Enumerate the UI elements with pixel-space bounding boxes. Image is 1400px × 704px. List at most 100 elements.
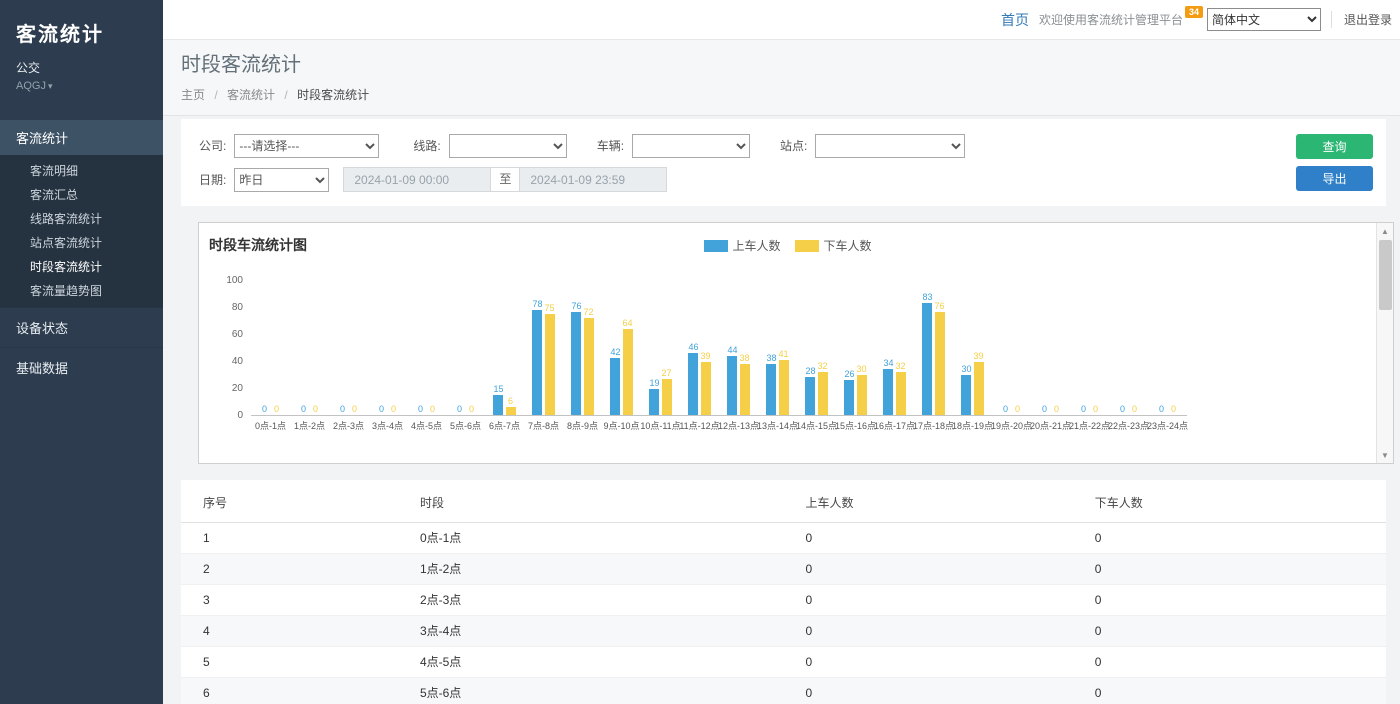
bar-value-label: 0 xyxy=(430,404,435,415)
bar-value-label: 0 xyxy=(1132,404,1137,415)
legend-item[interactable]: 下车人数 xyxy=(795,237,872,254)
table-cell: 6 xyxy=(181,678,410,704)
bar-group-15: 263015点-16点 xyxy=(836,281,875,432)
sidebar-item-station-passenger-stats[interactable]: 站点客流统计 xyxy=(0,231,163,255)
language-select[interactable]: 简体中文 xyxy=(1207,8,1321,31)
bar-value-label: 78 xyxy=(532,299,542,310)
sidebar-item-base-data[interactable]: 基础数据 xyxy=(0,347,163,387)
topbar: 首页 欢迎使用客流统计管理平台 34 简体中文 退出登录 xyxy=(163,0,1400,40)
chart-header: 时段车流统计图 上车人数下车人数 xyxy=(209,235,1366,257)
query-button[interactable]: 查询 xyxy=(1296,134,1373,159)
table-cell: 4 xyxy=(181,616,410,647)
bar xyxy=(493,395,503,415)
breadcrumb-home[interactable]: 主页 xyxy=(181,88,205,102)
breadcrumb: 主页 / 客流统计 / 时段客流统计 xyxy=(181,86,1382,103)
date-preset-select[interactable]: 昨日 xyxy=(234,168,329,192)
filter-buttons: 查询 导出 xyxy=(1296,134,1373,191)
bar-group-6: 1566点-7点 xyxy=(485,281,524,432)
company-select[interactable]: ---请选择--- xyxy=(234,134,379,158)
bar-group-18: 303918点-19点 xyxy=(953,281,992,432)
home-link[interactable]: 首页 xyxy=(1001,10,1029,30)
bar-group-1: 001点-2点 xyxy=(290,281,329,432)
export-button[interactable]: 导出 xyxy=(1296,166,1373,191)
bar-value-label: 42 xyxy=(610,347,620,358)
bar-value-label: 0 xyxy=(352,404,357,415)
bar-value-label: 30 xyxy=(857,364,867,375)
sidebar-item-device-status[interactable]: 设备状态 xyxy=(0,307,163,347)
main-area: 首页 欢迎使用客流统计管理平台 34 简体中文 退出登录 时段客流统计 主页 /… xyxy=(163,0,1400,704)
table-row: 21点-2点00 xyxy=(181,554,1386,585)
date-to-input[interactable] xyxy=(519,167,667,192)
bar-value-label: 0 xyxy=(301,404,306,415)
bar-value-label: 38 xyxy=(740,353,750,364)
table-cell: 0 xyxy=(1085,647,1386,678)
notification-badge[interactable]: 34 xyxy=(1185,6,1203,18)
vehicle-label: 车辆: xyxy=(597,137,624,154)
table-cell: 2 xyxy=(181,554,410,585)
bar-group-22: 0022点-23点 xyxy=(1109,281,1148,432)
station-select[interactable] xyxy=(815,134,965,158)
scrollbar-thumb[interactable] xyxy=(1379,240,1392,310)
bar-group-16: 343216点-17点 xyxy=(875,281,914,432)
bar-value-label: 0 xyxy=(469,404,474,415)
line-select[interactable] xyxy=(449,134,567,158)
sidebar-item-period-passenger-stats[interactable]: 时段客流统计 xyxy=(0,255,163,279)
bar-group-8: 76728点-9点 xyxy=(563,281,602,432)
bar xyxy=(922,303,932,415)
table-row: 32点-3点00 xyxy=(181,585,1386,616)
table-header-row: 序号时段上车人数下车人数 xyxy=(181,484,1386,523)
date-label: 日期: xyxy=(199,171,226,188)
date-range-to-label: 至 xyxy=(490,167,520,192)
bar-value-label: 0 xyxy=(1054,404,1059,415)
bar xyxy=(532,310,542,415)
sidebar-item-passenger-trend-chart[interactable]: 客流量趋势图 xyxy=(0,279,163,303)
bar xyxy=(688,353,698,415)
chart-scrollbar[interactable]: ▲ ▼ xyxy=(1376,223,1393,463)
table-header-cell: 下车人数 xyxy=(1085,484,1386,523)
bar-value-label: 32 xyxy=(818,361,828,372)
sidebar-item-line-passenger-stats[interactable]: 线路客流统计 xyxy=(0,207,163,231)
table-cell: 1点-2点 xyxy=(410,554,796,585)
bar xyxy=(740,364,750,415)
legend-label: 下车人数 xyxy=(824,237,872,254)
date-from-input[interactable] xyxy=(343,167,491,192)
bar-value-label: 41 xyxy=(779,349,789,360)
legend-swatch xyxy=(703,240,727,252)
bar-value-label: 0 xyxy=(262,404,267,415)
bar-value-label: 0 xyxy=(1081,404,1086,415)
bar-value-label: 39 xyxy=(974,351,984,362)
bar xyxy=(610,358,620,415)
bar-group-10: 192710点-11点 xyxy=(641,281,680,432)
sidebar-submenu: 客流明细客流汇总线路客流统计站点客流统计时段客流统计客流量趋势图 xyxy=(0,155,163,307)
table-cell: 0 xyxy=(796,585,1085,616)
scroll-down-icon[interactable]: ▼ xyxy=(1377,447,1394,463)
breadcrumb-section[interactable]: 客流统计 xyxy=(227,88,275,102)
legend-label: 上车人数 xyxy=(732,237,780,254)
sidebar-item-passenger-detail[interactable]: 客流明细 xyxy=(0,159,163,183)
y-axis-tick: 60 xyxy=(232,330,243,340)
sidebar-item-passenger-summary[interactable]: 客流汇总 xyxy=(0,183,163,207)
period-stats-table: 序号时段上车人数下车人数 10点-1点0021点-2点0032点-3点0043点… xyxy=(181,484,1386,704)
page-title: 时段客流统计 xyxy=(181,53,1382,77)
sidebar-item-passenger-stats[interactable]: 客流统计 xyxy=(0,120,163,155)
logout-link[interactable]: 退出登录 xyxy=(1331,11,1392,28)
bar xyxy=(662,379,672,415)
y-axis-tick: 100 xyxy=(226,276,243,286)
bar-value-label: 0 xyxy=(1120,404,1125,415)
bar-group-0: 000点-1点 xyxy=(251,281,290,432)
bar-value-label: 34 xyxy=(883,358,893,369)
scroll-up-icon[interactable]: ▲ xyxy=(1377,223,1394,239)
bar-value-label: 46 xyxy=(688,342,698,353)
logo-area: 客流统计 公交 AQGJ▾ xyxy=(0,0,163,104)
legend-swatch xyxy=(795,240,819,252)
table-cell: 5点-6点 xyxy=(410,678,796,704)
table-header-cell: 时段 xyxy=(410,484,796,523)
bar xyxy=(545,314,555,415)
bar-group-23: 0023点-24点 xyxy=(1148,281,1187,432)
bar xyxy=(844,380,854,415)
user-menu[interactable]: AQGJ▾ xyxy=(16,80,147,92)
vehicle-select[interactable] xyxy=(632,134,750,158)
legend-item[interactable]: 上车人数 xyxy=(703,237,780,254)
breadcrumb-separator: / xyxy=(284,88,287,102)
y-axis-tick: 20 xyxy=(232,384,243,394)
